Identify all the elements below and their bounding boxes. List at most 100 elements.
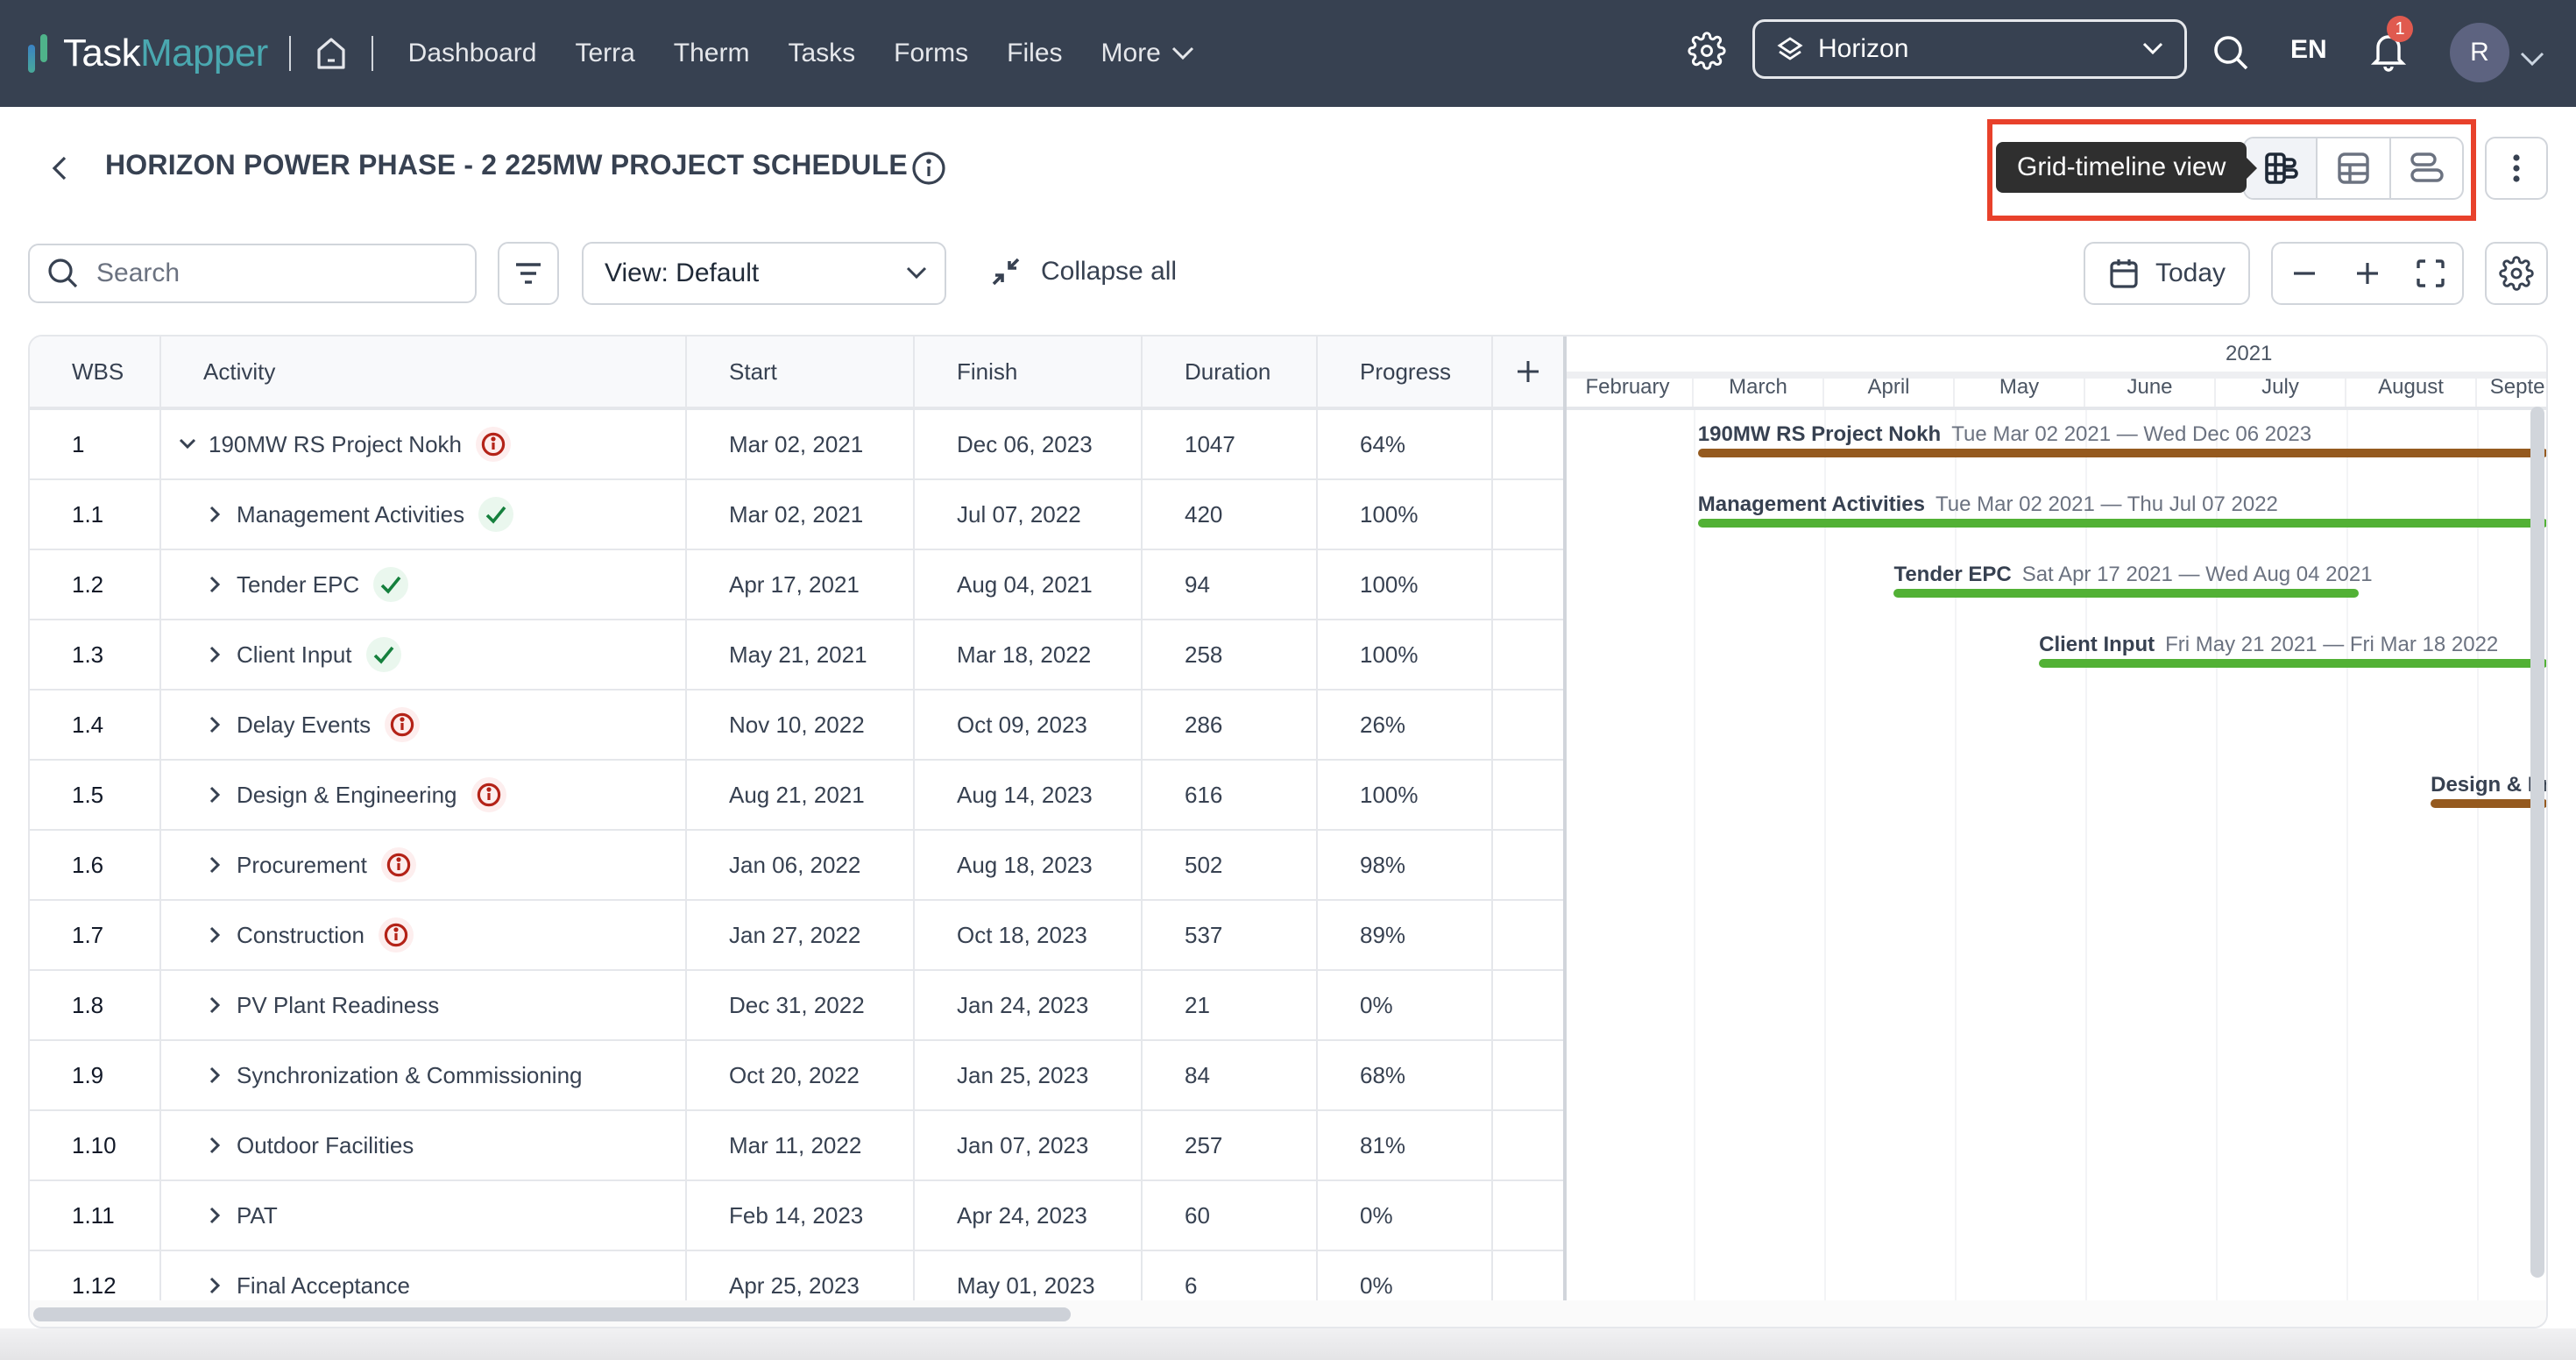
back-chevron-icon[interactable] <box>49 154 70 189</box>
column-header-duration[interactable]: Duration <box>1143 336 1318 407</box>
nav-item-files[interactable]: Files <box>1007 39 1062 68</box>
add-column-button[interactable] <box>1493 336 1565 407</box>
activity-name[interactable]: Design & Engineering <box>237 782 457 809</box>
gantt-bar[interactable] <box>1697 449 2546 457</box>
language-switcher[interactable]: EN <box>2290 35 2327 65</box>
search-input[interactable] <box>93 257 450 290</box>
activity-name[interactable]: Construction <box>237 922 364 949</box>
status-warning-badge[interactable] <box>475 427 511 462</box>
project-selector-value: Horizon <box>1818 34 1909 63</box>
chevron-right-icon[interactable] <box>203 786 228 804</box>
zoom-in-button[interactable] <box>2341 247 2394 300</box>
table-row[interactable]: 1.9 Synchronization & Commissioning Oct 20… <box>30 1041 1565 1111</box>
column-header-start[interactable]: Start <box>687 336 915 407</box>
chevron-right-icon[interactable] <box>203 1137 228 1154</box>
global-search-icon[interactable] <box>2212 33 2250 79</box>
table-row[interactable]: 1.4 Delay Events Nov 10, 2022 Oct 09, 2023 2… <box>30 691 1565 761</box>
cell-start: Mar 02, 2021 <box>687 410 915 478</box>
app-page: TaskMapper Dashboard Terra Therm Tasks Forms… <box>0 0 2576 1360</box>
nav-item-terra[interactable]: Terra <box>575 39 634 68</box>
chevron-down-icon[interactable] <box>2520 42 2544 74</box>
column-header-activity[interactable]: Activity <box>161 336 687 407</box>
chevron-right-icon[interactable] <box>203 646 228 663</box>
cell-finish: Jan 24, 2023 <box>915 971 1143 1039</box>
vertical-scrollbar[interactable] <box>2530 407 2544 1278</box>
cell-progress: 100% <box>1318 620 1493 689</box>
chevron-right-icon[interactable] <box>203 856 228 874</box>
table-row[interactable]: 1.6 Procurement Jan 06, 2022 Aug 18, 2023 50… <box>30 831 1565 901</box>
chevron-right-icon[interactable] <box>203 996 228 1014</box>
cell-start: Jan 06, 2022 <box>687 831 915 899</box>
column-header-progress[interactable]: Progress <box>1318 336 1493 407</box>
timeline-month-label: July <box>2216 375 2346 407</box>
today-button[interactable]: Today <box>2084 242 2250 305</box>
activity-name[interactable]: Outdoor Facilities <box>237 1132 414 1159</box>
check-icon <box>380 576 401 594</box>
chevron-down-icon[interactable] <box>175 438 200 450</box>
horizontal-scrollbar-track <box>30 1300 2546 1327</box>
nav-more-label: More <box>1100 39 1161 67</box>
status-warning-badge[interactable] <box>380 847 416 882</box>
chevron-right-icon[interactable] <box>203 1066 228 1084</box>
activity-name[interactable]: Delay Events <box>237 712 371 739</box>
chevron-right-icon[interactable] <box>203 716 228 733</box>
gantt-settings-button[interactable] <box>2485 242 2548 305</box>
info-icon[interactable] <box>911 151 946 193</box>
status-warning-badge[interactable] <box>385 707 421 742</box>
user-avatar[interactable]: R <box>2450 23 2509 82</box>
status-warning-badge[interactable] <box>378 917 414 953</box>
more-options-button[interactable] <box>2485 137 2548 200</box>
taskmapper-logo[interactable]: TaskMapper <box>28 27 268 80</box>
nav-item-tasks[interactable]: Tasks <box>788 39 855 68</box>
cell-empty <box>1493 831 1565 899</box>
activity-name[interactable]: Final Acceptance <box>237 1272 410 1300</box>
activity-name[interactable]: Procurement <box>237 852 367 879</box>
settings-gear-icon[interactable] <box>1688 32 1726 77</box>
table-row[interactable]: 1.8 PV Plant Readiness Dec 31, 2022 Jan 24,… <box>30 971 1565 1041</box>
table-row[interactable]: 1 190MW RS Project Nokh Mar 02, 2021 Dec 06… <box>30 410 1565 480</box>
table-row[interactable]: 1.3 Client Input May 21, 2021 Mar 18, 2022 2… <box>30 620 1565 691</box>
table-row[interactable]: 1.11 PAT Feb 14, 2023 Apr 24, 2023 60 0% <box>30 1181 1565 1251</box>
activity-name[interactable]: Tender EPC <box>237 571 359 599</box>
chevron-right-icon[interactable] <box>203 1207 228 1224</box>
gantt-bar[interactable] <box>1697 519 2546 528</box>
table-row[interactable]: 1.2 Tender EPC Apr 17, 2021 Aug 04, 2021 94 1… <box>30 550 1565 620</box>
table-row[interactable]: 1.10 Outdoor Facilities Mar 11, 2022 Jan 07… <box>30 1111 1565 1181</box>
chevron-right-icon[interactable] <box>203 926 228 944</box>
table-row[interactable]: 1.7 Construction Jan 27, 2022 Oct 18, 2023 5… <box>30 901 1565 971</box>
home-icon[interactable] <box>312 34 350 73</box>
zoom-out-button[interactable] <box>2278 247 2331 300</box>
gantt-bar[interactable] <box>2039 659 2546 668</box>
horizontal-scrollbar[interactable] <box>33 1307 1071 1321</box>
column-header-wbs[interactable]: WBS <box>30 336 161 407</box>
timeline-gridline <box>1694 410 1695 1300</box>
filter-button[interactable] <box>498 242 559 305</box>
column-header-finish[interactable]: Finish <box>915 336 1143 407</box>
view-select-dropdown[interactable]: View: Default <box>582 242 946 305</box>
nav-item-forms[interactable]: Forms <box>894 39 968 68</box>
status-complete-badge <box>373 567 409 602</box>
table-row[interactable]: 1.1 Management Activities Mar 02, 2021 Jul … <box>30 480 1565 550</box>
chevron-right-icon[interactable] <box>203 506 228 523</box>
activity-name[interactable]: PV Plant Readiness <box>237 992 439 1019</box>
collapse-all-button[interactable]: Collapse all <box>988 254 1177 289</box>
chevron-right-icon[interactable] <box>203 576 228 593</box>
gantt-bar[interactable] <box>1893 589 2360 598</box>
status-warning-badge[interactable] <box>471 777 506 812</box>
activity-name[interactable]: PAT <box>237 1202 278 1229</box>
fit-to-screen-button[interactable] <box>2404 247 2457 300</box>
nav-more-dropdown[interactable]: More <box>1101 39 1194 68</box>
table-row[interactable]: 1.5 Design & Engineering Aug 21, 2021 Aug 1… <box>30 761 1565 831</box>
activity-name[interactable]: 190MW RS Project Nokh <box>209 431 462 458</box>
activity-name[interactable]: Client Input <box>237 641 352 669</box>
chevron-right-icon[interactable] <box>203 1277 228 1294</box>
project-selector[interactable]: Horizon <box>1752 19 2187 79</box>
activity-name[interactable]: Synchronization & Commissioning <box>237 1062 583 1089</box>
logo-text: TaskMapper <box>63 32 268 74</box>
nav-item-dashboard[interactable]: Dashboard <box>408 39 537 68</box>
cell-progress: 100% <box>1318 761 1493 829</box>
nav-item-therm[interactable]: Therm <box>674 39 750 68</box>
cell-empty <box>1493 1041 1565 1109</box>
activity-name[interactable]: Management Activities <box>237 501 464 528</box>
cell-finish: Jan 07, 2023 <box>915 1111 1143 1179</box>
